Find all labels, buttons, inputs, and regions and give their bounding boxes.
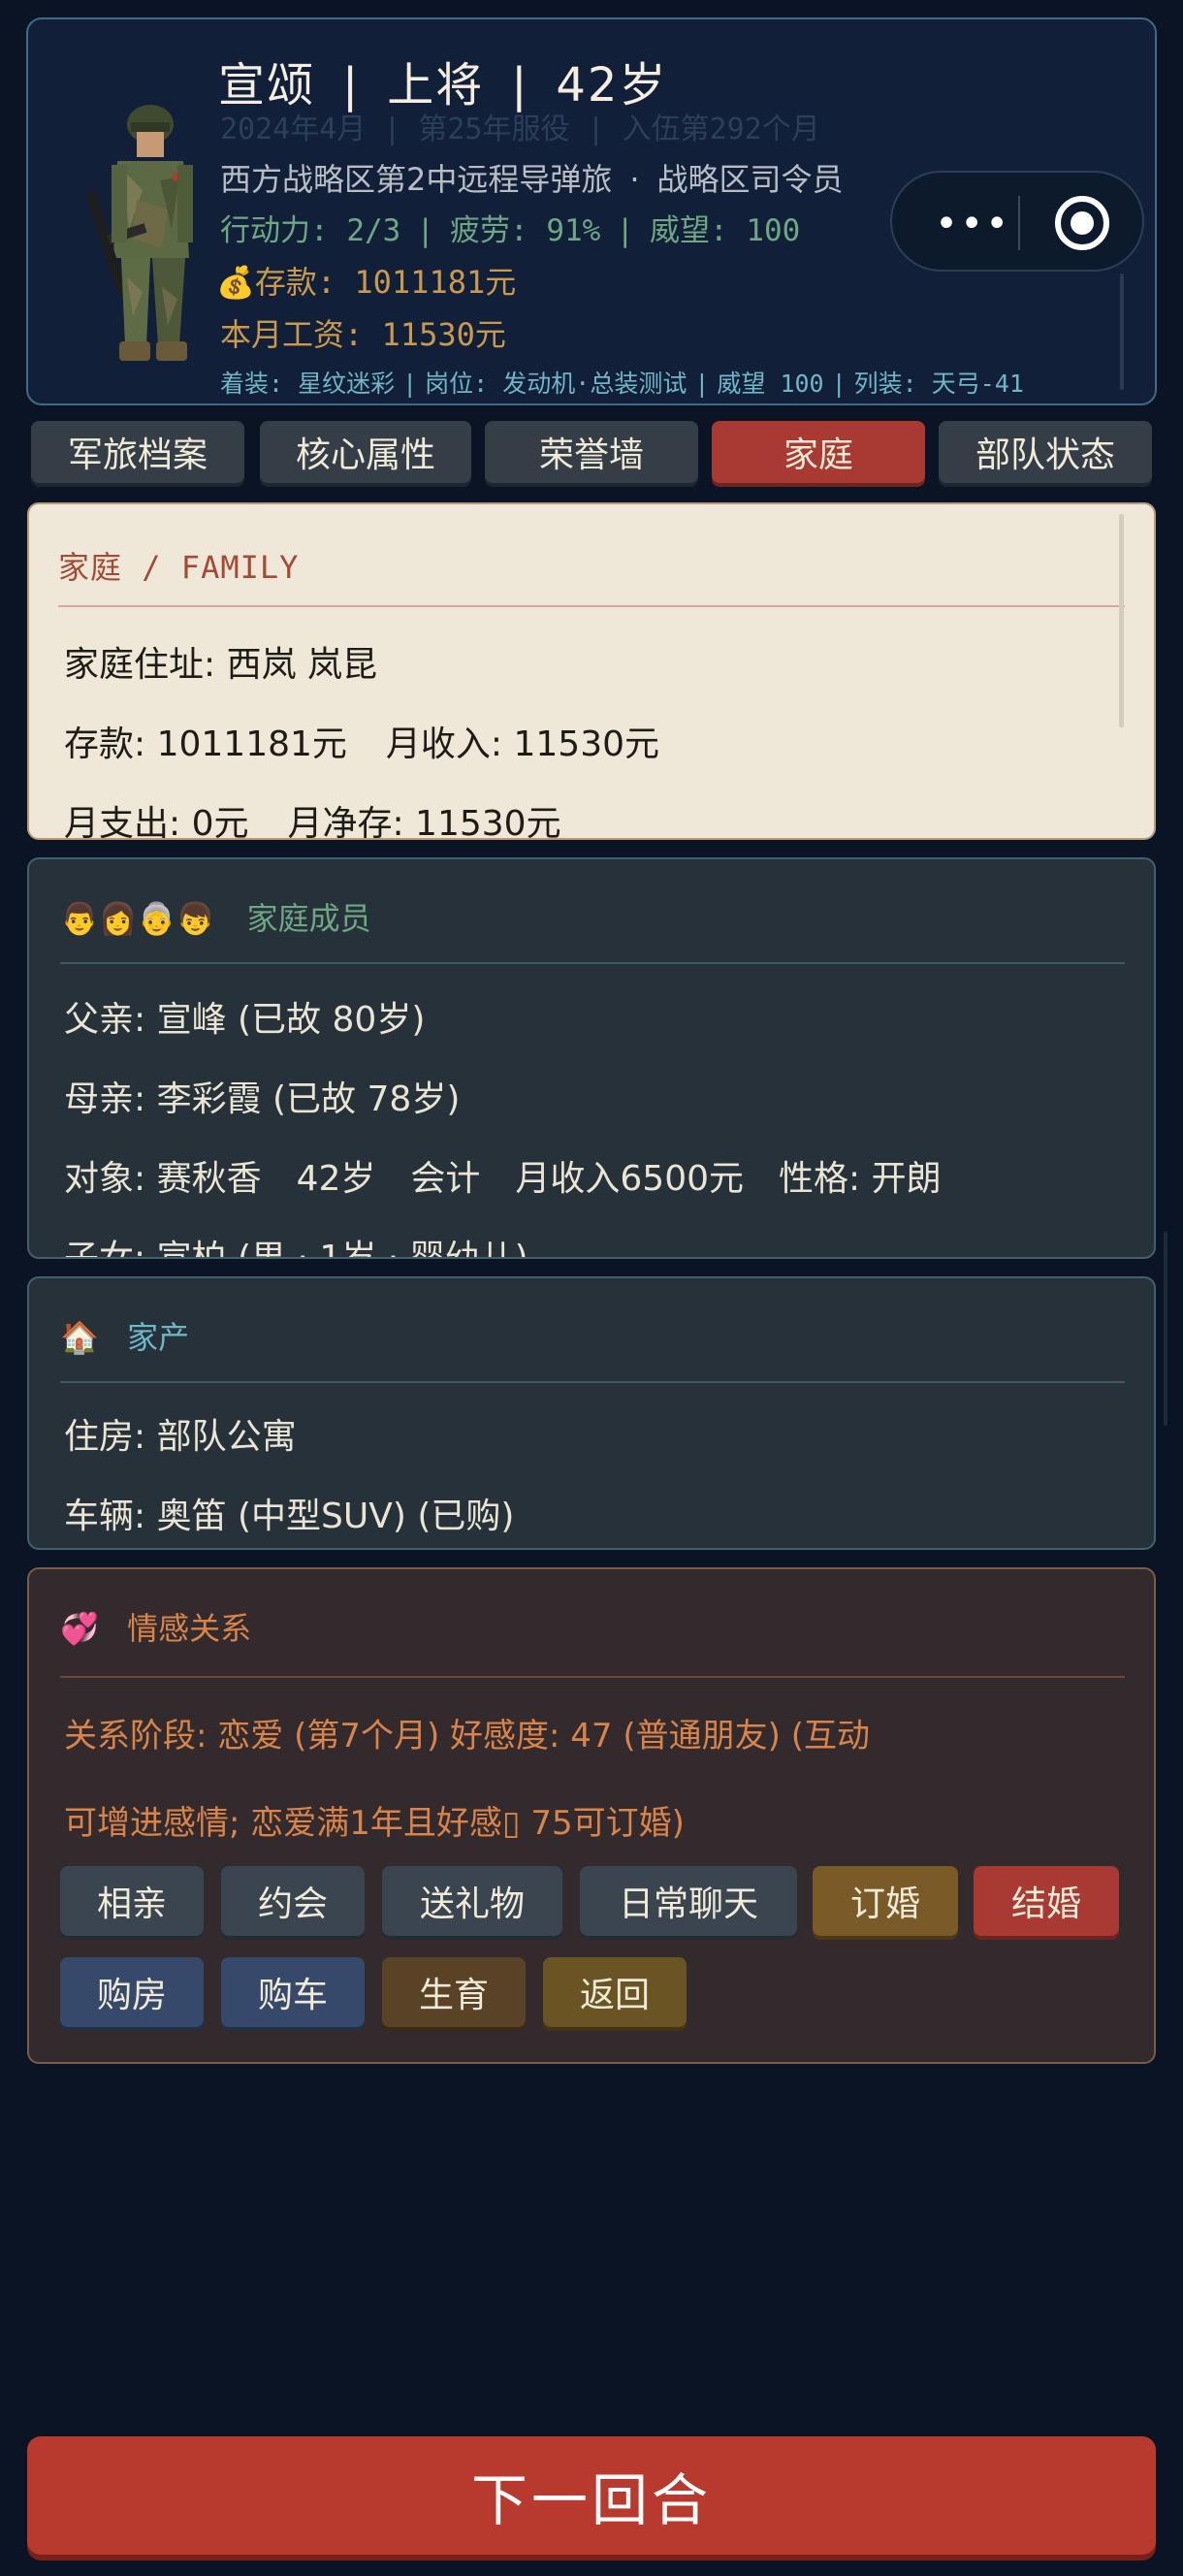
relationship-status-line1: 关系阶段: 恋爱 (第7个月) 好感度: 47 (普通朋友) (互动 bbox=[64, 1717, 870, 1755]
heart-icon: 💞 bbox=[60, 1610, 99, 1647]
savings-row: 💰存款: 1011181元 bbox=[216, 258, 516, 303]
tab-military-record[interactable]: 军旅档案 bbox=[31, 421, 244, 483]
engage-button[interactable]: 订婚 bbox=[813, 1866, 958, 1936]
fatigue: 疲劳: 91% bbox=[450, 213, 601, 248]
back-button[interactable]: 返回 bbox=[543, 1957, 687, 2027]
tab-family[interactable]: 家庭 bbox=[712, 421, 925, 483]
assets-card: 🏠 家产 住房: 部队公寓 车辆: 奥笛 (中型SUV) (已购) bbox=[27, 1276, 1156, 1550]
unit-name: 西方战略区第2中远程导弹旅 bbox=[220, 161, 613, 198]
buy-car-button[interactable]: 购车 bbox=[221, 1957, 365, 2027]
partner-age: 42岁 bbox=[296, 1159, 376, 1199]
prestige: 威望: 100 bbox=[650, 213, 801, 248]
date-info: 2024年4月 | 第25年服役 | 入伍第292个月 bbox=[220, 113, 820, 146]
members-divider bbox=[60, 962, 1125, 964]
unit-role: 战略区司令员 bbox=[656, 161, 844, 198]
family-heading: 家庭 / FAMILY bbox=[58, 549, 300, 586]
money-bag-icon: 💰 bbox=[216, 264, 255, 301]
uniform: 着装: 星纹迷彩 bbox=[220, 370, 396, 398]
assets-divider bbox=[60, 1381, 1125, 1383]
tab-honor-wall[interactable]: 荣誉墙 bbox=[485, 421, 698, 483]
equipment-row: 着装: 星纹迷彩 | 岗位: 发动机·总装测试 | 威望 100 | 列装: 天弓-41 bbox=[220, 370, 1024, 398]
close-target-icon[interactable] bbox=[1055, 196, 1109, 250]
header-scrollbar[interactable] bbox=[1120, 274, 1124, 390]
family-net: 月净存: 11530元 bbox=[287, 804, 561, 840]
partner-job: 会计 bbox=[410, 1159, 481, 1199]
prestige-tag: 威望 100 bbox=[717, 370, 824, 398]
tab-bar: 军旅档案 核心属性 荣誉墙 家庭 部队状态 bbox=[31, 421, 1156, 487]
miniapp-capsule: ••• bbox=[890, 171, 1144, 272]
family-members-card: 👨👩👵👦 家庭成员 父亲: 宣峰 (已故 80岁) 母亲: 李彩霞 (已故 78… bbox=[27, 857, 1156, 1259]
relationship-status-line2: 可增进感情; 恋爱满1年且好感▯ 75可订婚) bbox=[64, 1804, 685, 1843]
relationship-divider bbox=[60, 1676, 1125, 1678]
give-gift-button[interactable]: 送礼物 bbox=[382, 1866, 562, 1936]
service-months: 入伍第292个月 bbox=[622, 113, 820, 146]
assets-heading: 家产 bbox=[127, 1319, 190, 1356]
blind-date-button[interactable]: 相亲 bbox=[60, 1866, 204, 1936]
soldier-avatar bbox=[85, 105, 193, 361]
post: 岗位: 发动机·总装测试 bbox=[425, 370, 687, 398]
asset-car: 车辆: 奥笛 (中型SUV) (已购) bbox=[64, 1497, 515, 1536]
relationship-card: 💞 情感关系 关系阶段: 恋爱 (第7个月) 好感度: 47 (普通朋友) (互… bbox=[27, 1567, 1156, 2064]
family-expense: 月支出: 0元 bbox=[64, 804, 249, 840]
asset-house: 住房: 部队公寓 bbox=[64, 1417, 297, 1457]
partner-income: 月收入6500元 bbox=[515, 1159, 745, 1199]
family-people-icon: 👨👩👵👦 bbox=[60, 900, 215, 937]
tab-unit-status[interactable]: 部队状态 bbox=[939, 421, 1152, 483]
house-icon: 🏠 bbox=[60, 1319, 99, 1356]
relationship-heading-row: 💞 情感关系 bbox=[60, 1604, 251, 1649]
stats-row: 行动力: 2/3 | 疲劳: 91% | 威望: 100 bbox=[220, 213, 801, 248]
partner-name: 对象: 赛秋香 bbox=[64, 1159, 262, 1199]
date-button[interactable]: 约会 bbox=[221, 1866, 365, 1936]
have-child-button[interactable]: 生育 bbox=[382, 1957, 526, 2027]
more-icon[interactable]: ••• bbox=[935, 202, 1010, 246]
family-income: 月收入: 11530元 bbox=[385, 724, 660, 764]
family-address: 家庭住址: 西岚 岚昆 bbox=[64, 645, 378, 685]
daily-chat-button[interactable]: 日常聊天 bbox=[580, 1866, 797, 1936]
family-savings: 存款: 1011181元 bbox=[64, 724, 347, 764]
members-heading-row: 👨👩👵👦 家庭成员 bbox=[60, 894, 371, 939]
unit-info: 西方战略区第2中远程导弹旅 · 战略区司令员 bbox=[220, 161, 844, 198]
members-heading: 家庭成员 bbox=[246, 900, 371, 937]
current-date: 2024年4月 bbox=[220, 113, 367, 146]
member-child: 子女: 宣柏 (男 · 1岁 · 婴幼儿) bbox=[64, 1239, 528, 1259]
buy-house-button[interactable]: 购房 bbox=[60, 1957, 204, 2027]
family-card: 家庭 / FAMILY 家庭住址: 西岚 岚昆 存款: 1011181元 月收入:… bbox=[27, 502, 1156, 840]
marry-button[interactable]: 结婚 bbox=[974, 1866, 1119, 1936]
page-scrollbar[interactable] bbox=[1164, 1232, 1167, 1426]
member-father: 父亲: 宣峰 (已故 80岁) bbox=[64, 1000, 426, 1040]
family-divider bbox=[58, 605, 1125, 607]
savings-value: 存款: 1011181元 bbox=[254, 264, 517, 301]
capsule-divider bbox=[1018, 196, 1020, 250]
family-scrollbar[interactable] bbox=[1119, 514, 1124, 727]
next-round-button[interactable]: 下一回合 bbox=[27, 2436, 1156, 2555]
family-expense-row: 月支出: 0元 月净存: 11530元 bbox=[64, 795, 561, 840]
partner-personality: 性格: 开朗 bbox=[779, 1159, 942, 1199]
armament: 列装: 天弓-41 bbox=[853, 370, 1024, 398]
action-points: 行动力: 2/3 bbox=[220, 213, 401, 248]
member-mother: 母亲: 李彩霞 (已故 78岁) bbox=[64, 1079, 461, 1119]
family-finance-row: 存款: 1011181元 月收入: 11530元 bbox=[64, 716, 659, 766]
service-year: 第25年服役 bbox=[418, 113, 570, 146]
relationship-heading: 情感关系 bbox=[127, 1610, 252, 1647]
tab-core-attributes[interactable]: 核心属性 bbox=[260, 421, 471, 483]
assets-heading-row: 🏠 家产 bbox=[60, 1313, 189, 1358]
member-partner: 对象: 赛秋香 42岁 会计 月收入6500元 性格: 开朗 bbox=[64, 1150, 942, 1201]
salary-value: 本月工资: 11530元 bbox=[220, 316, 506, 353]
